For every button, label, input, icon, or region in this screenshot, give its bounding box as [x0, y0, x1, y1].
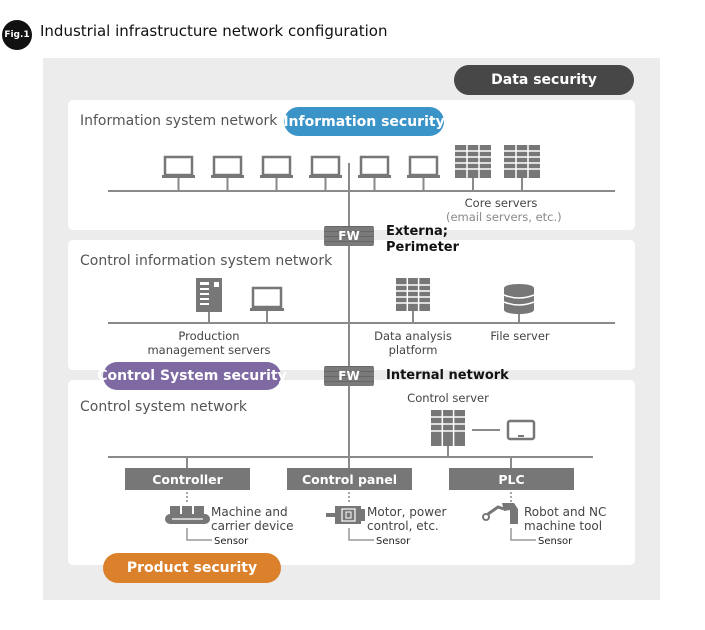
core-servers-label: Core servers [464, 196, 538, 210]
controller-box: Controller [125, 468, 250, 490]
robot-arm-icon [482, 503, 518, 524]
control-server-caption: Control server [407, 391, 489, 405]
device-label-line2: carrier device [211, 519, 294, 533]
tablet-icon [506, 419, 536, 441]
figure-title: Industrial infrastructure network config… [40, 22, 388, 40]
laptop-icon [250, 286, 284, 322]
control-information-devices [196, 278, 535, 322]
control-system-security-badge: Control System security [97, 362, 287, 390]
file-server-caption: File server [490, 329, 550, 343]
internal-network-label: Internal network [386, 368, 509, 383]
laptop-icon [358, 155, 391, 190]
server-rack-icon [455, 145, 491, 190]
laptop-icon [260, 155, 293, 190]
information-security-badge: Information security [283, 107, 445, 136]
laptop-icon [309, 155, 342, 190]
production-label-line1: Production [178, 329, 240, 343]
control-panel-box: Control panel [287, 468, 412, 490]
device-label-line1: Motor, power [367, 505, 447, 519]
drop-control-panel [348, 456, 350, 468]
production-server-icon [196, 278, 222, 322]
production-label-line2: management servers [147, 343, 271, 357]
zone-label-line2: Perimeter [386, 240, 460, 255]
external-perimeter-label: Externa; Perimeter [386, 224, 459, 256]
core-servers-sublabel: (email servers, etc.) [446, 210, 562, 224]
control-system-network-label: Control system network [80, 399, 247, 415]
server-rack-icon [504, 145, 540, 190]
device-label-line2: control, etc. [367, 519, 439, 533]
sensor-label-robot: Sensor [538, 536, 573, 547]
core-servers-caption: Core servers (email servers, etc.) [446, 196, 562, 224]
information-devices [162, 145, 540, 190]
conveyor-icon [165, 506, 210, 524]
information-network-label: Information system network [80, 113, 278, 129]
zone-label-line1: Externa; [386, 224, 448, 239]
motor-icon [326, 506, 365, 524]
data-analysis-rack-icon [396, 278, 430, 322]
data-analysis-line2: platform [388, 343, 438, 357]
carrier-device-label: Machine and carrier device [211, 505, 294, 533]
device-label-line1: Robot and NC [524, 505, 607, 519]
control-server-rack-icon [431, 410, 465, 458]
sensor-label-carrier: Sensor [214, 536, 249, 547]
control-system-bus-line [108, 456, 593, 458]
product-security-badge: Product security [103, 553, 281, 583]
laptop-icon [407, 155, 440, 190]
data-analysis-caption: Data analysis platform [368, 329, 458, 357]
control-information-network-label: Control information system network [80, 253, 333, 269]
drop-plc [510, 456, 512, 468]
plc-box: PLC [449, 468, 574, 490]
drop-controller [186, 456, 188, 468]
data-security-badge: Data security [454, 65, 634, 95]
sensor-label-motor: Sensor [376, 536, 411, 547]
firewall-external: FW [324, 226, 374, 246]
motor-device-label: Motor, power control, etc. [367, 505, 446, 533]
laptop-icon [162, 155, 195, 190]
control-server-group [431, 410, 536, 458]
figure-badge: Fig.1 [2, 20, 32, 50]
data-analysis-line1: Data analysis [374, 329, 452, 343]
robot-device-label: Robot and NC machine tool [524, 505, 606, 533]
device-label-line1: Machine and [211, 505, 288, 519]
device-label-line2: machine tool [524, 519, 603, 533]
laptop-icon [211, 155, 244, 190]
production-servers-caption: Production management servers [145, 329, 273, 357]
file-server-db-icon [503, 284, 535, 322]
firewall-internal: FW [324, 366, 374, 386]
